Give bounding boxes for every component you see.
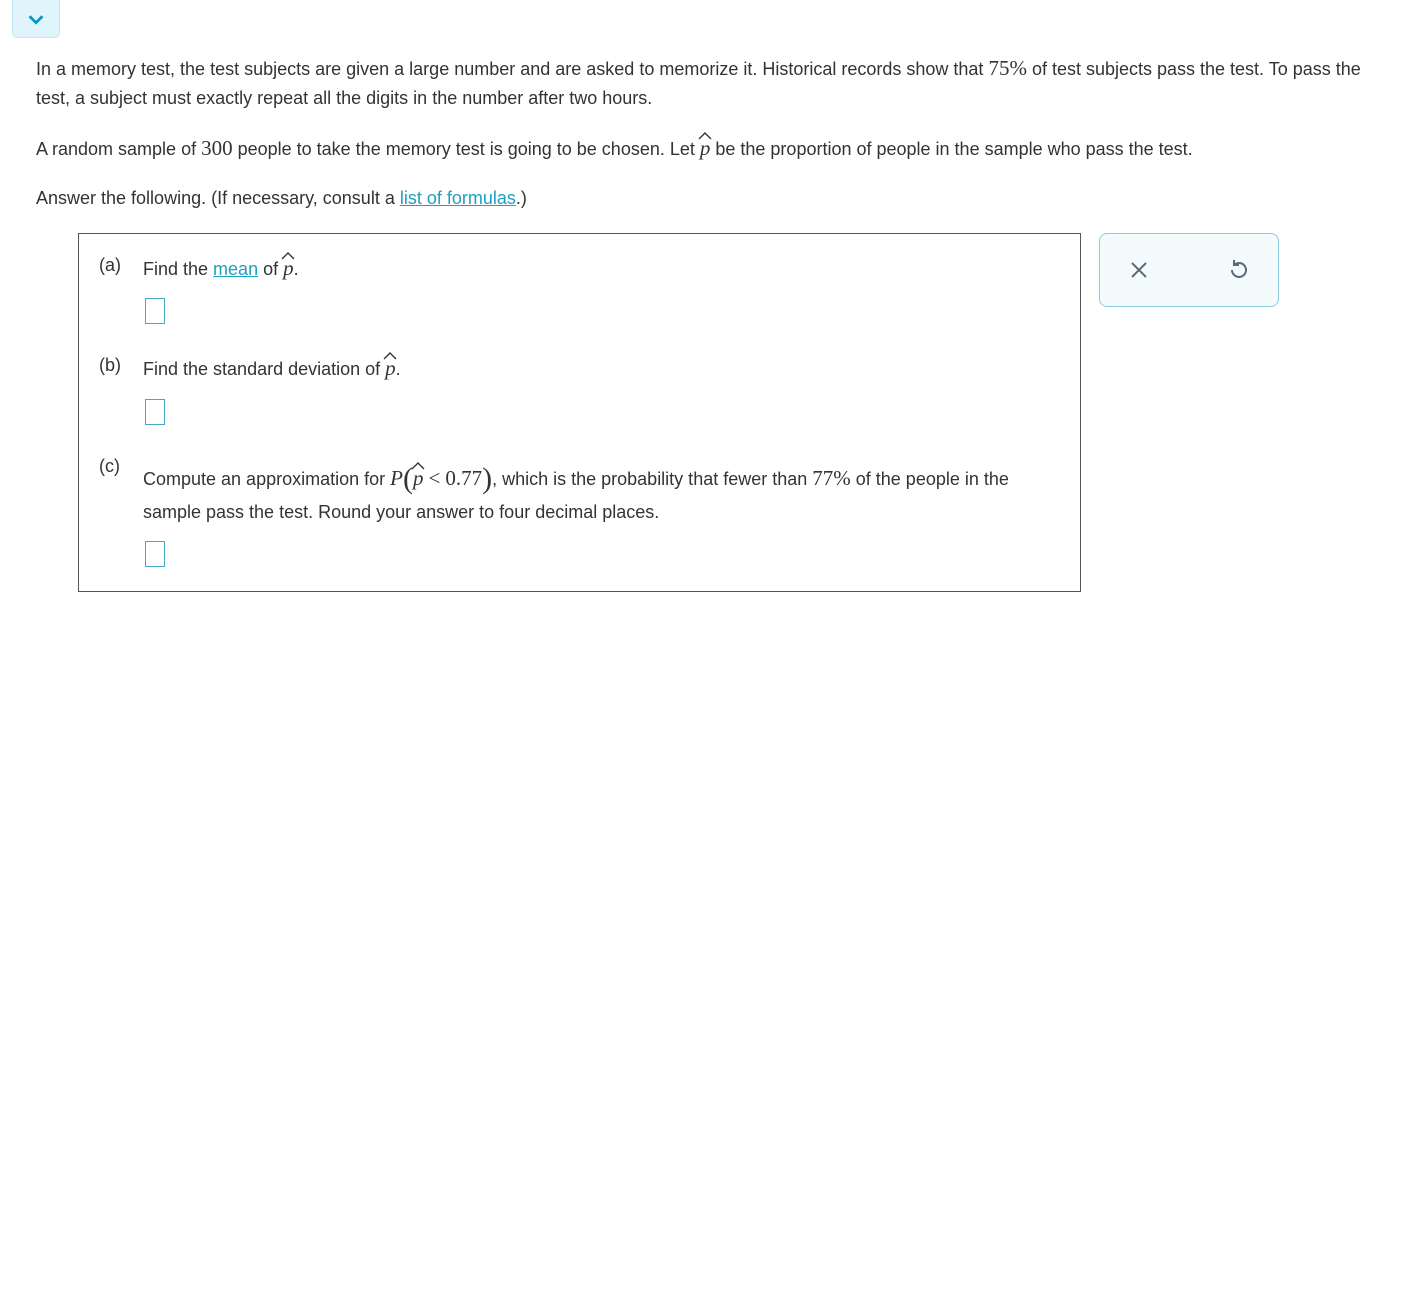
part-c: (c) Compute an approximation for P(p < 0…: [99, 453, 1060, 567]
part-a: (a) Find the mean of p.: [99, 252, 1060, 325]
less-than: <: [428, 466, 440, 490]
control-panel: [1099, 233, 1279, 307]
text: .): [516, 188, 527, 208]
part-c-label: (c): [99, 453, 133, 481]
mean-link[interactable]: mean: [213, 259, 258, 279]
percent-value: 77%: [812, 466, 851, 490]
text: A random sample of: [36, 139, 201, 159]
text: Find the standard deviation of: [143, 359, 385, 379]
clear-button[interactable]: [1124, 255, 1154, 285]
text: Answer the following. (If necessary, con…: [36, 188, 400, 208]
p-hat-symbol: p: [413, 462, 424, 495]
close-icon: [1127, 258, 1151, 282]
close-paren: ): [482, 462, 492, 495]
chevron-down-icon: [25, 8, 47, 30]
reset-button[interactable]: [1224, 255, 1254, 285]
capital-p: P: [390, 466, 403, 490]
formulas-link[interactable]: list of formulas: [400, 188, 516, 208]
answer-input-a[interactable]: [145, 298, 165, 324]
text: .: [396, 359, 401, 379]
text: In a memory test, the test subjects are …: [36, 59, 988, 79]
part-a-text: Find the mean of p.: [143, 252, 1060, 285]
text: Find the: [143, 259, 213, 279]
text: be the proportion of people in the sampl…: [710, 139, 1192, 159]
part-b-text: Find the standard deviation of p.: [143, 352, 1060, 385]
part-c-text: Compute an approximation for P(p < 0.77)…: [143, 453, 1060, 527]
answer-input-b[interactable]: [145, 399, 165, 425]
text: .: [294, 259, 299, 279]
text: of: [258, 259, 283, 279]
part-a-label: (a): [99, 252, 133, 280]
text: people to take the memory test is going …: [233, 139, 700, 159]
undo-icon: [1227, 258, 1251, 282]
intro-paragraph-2: A random sample of 300 people to take th…: [36, 132, 1390, 165]
intro-paragraph-1: In a memory test, the test subjects are …: [36, 52, 1390, 112]
text: , which is the probability that fewer th…: [492, 469, 812, 489]
problem-content: In a memory test, the test subjects are …: [0, 38, 1426, 632]
p-hat-symbol: p: [700, 132, 711, 165]
part-b-label: (b): [99, 352, 133, 380]
answer-input-c[interactable]: [145, 541, 165, 567]
collapse-toggle[interactable]: [12, 0, 60, 38]
p-hat-symbol: p: [385, 352, 396, 385]
threshold-value: 0.77: [445, 466, 482, 490]
p-hat-symbol: p: [283, 252, 294, 285]
answer-prompt: Answer the following. (If necessary, con…: [36, 185, 1390, 213]
text: Compute an approximation for: [143, 469, 390, 489]
pass-rate: 75%: [988, 56, 1027, 80]
question-box: (a) Find the mean of p. (b) Find the sta…: [78, 233, 1081, 592]
part-b: (b) Find the standard deviation of p.: [99, 352, 1060, 425]
sample-size: 300: [201, 136, 233, 160]
